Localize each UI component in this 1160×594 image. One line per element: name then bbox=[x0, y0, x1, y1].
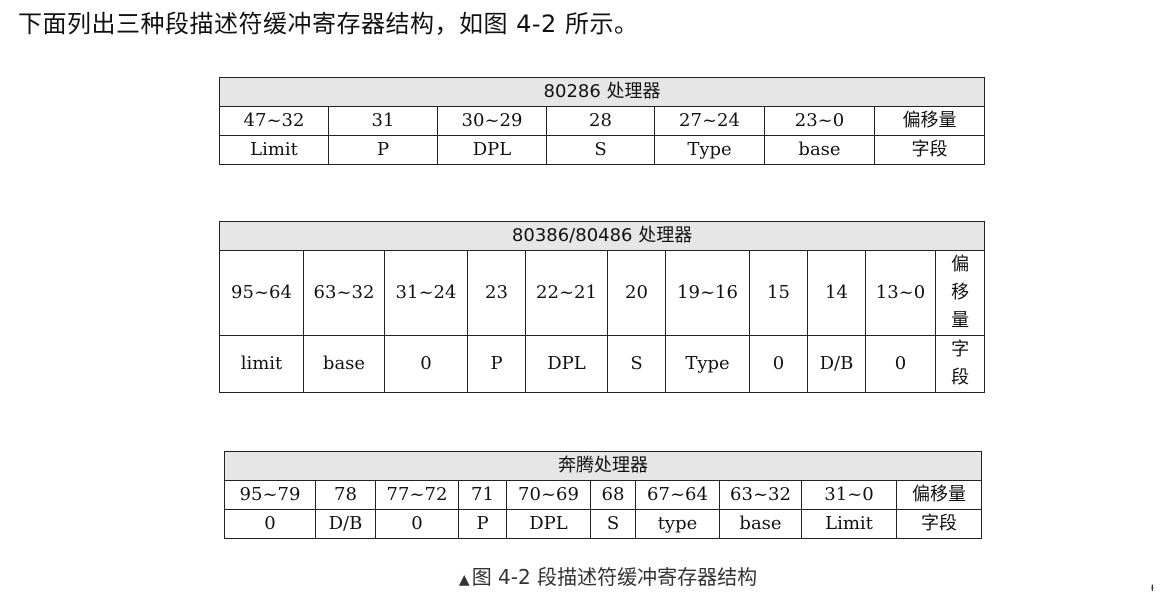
bit-range-cell: 77~72 bbox=[375, 480, 459, 510]
bit-range-cell: 95~64 bbox=[219, 250, 304, 336]
bit-range-cell: 31 bbox=[328, 106, 438, 136]
table-title: 奔腾处理器 bbox=[223, 451, 983, 481]
bit-range-cell: 68 bbox=[590, 480, 636, 510]
table-title: 80386/80486 处理器 bbox=[218, 221, 986, 251]
triangle-marker-icon: ▲ bbox=[458, 572, 470, 588]
bit-range-cell: 20 bbox=[607, 250, 666, 336]
intro-text: 下面列出三种段描述符缓冲寄存器结构，如图 4-2 所示。 bbox=[18, 10, 639, 38]
field-cell: 0 bbox=[375, 509, 459, 539]
bit-range-cell: 78 bbox=[315, 480, 376, 510]
field-cell: 0 bbox=[865, 335, 936, 393]
field-cell: P bbox=[467, 335, 526, 393]
table-80386-80486: 80386/80486 处理器 95~64 63~32 31~24 23 22~… bbox=[218, 221, 986, 393]
offset-label-cell: 偏 移 量 bbox=[934, 250, 986, 336]
bit-range-cell: 14 bbox=[807, 250, 866, 336]
field-label-cell: 字段 bbox=[895, 509, 983, 539]
field-cell: DPL bbox=[525, 335, 608, 393]
bit-range-cell: 23 bbox=[467, 250, 526, 336]
field-cell: Type bbox=[654, 135, 765, 165]
bit-range-cell: 22~21 bbox=[525, 250, 608, 336]
field-cell: type bbox=[635, 509, 720, 539]
bit-range-cell: 31~24 bbox=[384, 250, 468, 336]
table-80286: 80286 处理器 47~32 31 30~29 28 27~24 23~0 偏… bbox=[218, 77, 986, 165]
bit-range-cell: 13~0 bbox=[865, 250, 936, 336]
bit-range-cell: 63~32 bbox=[303, 250, 385, 336]
bit-range-cell: 47~32 bbox=[219, 106, 329, 136]
bit-range-cell: 70~69 bbox=[506, 480, 591, 510]
field-cell: D/B bbox=[315, 509, 376, 539]
bit-range-cell: 23~0 bbox=[764, 106, 875, 136]
offset-label-char: 偏 bbox=[951, 254, 970, 275]
field-cell: 0 bbox=[749, 335, 808, 393]
field-cell: S bbox=[607, 335, 666, 393]
bit-range-cell: 31~0 bbox=[801, 480, 897, 510]
field-cell: Type bbox=[665, 335, 750, 393]
field-cell: P bbox=[458, 509, 507, 539]
field-label-char: 字 bbox=[951, 339, 970, 360]
offset-label-cell: 偏移量 bbox=[873, 106, 986, 136]
bit-range-cell: 15 bbox=[749, 250, 808, 336]
field-cell: 0 bbox=[224, 509, 316, 539]
caption-text: 图 4-2 段描述符缓冲寄存器结构 bbox=[471, 565, 758, 589]
bit-range-cell: 71 bbox=[458, 480, 507, 510]
field-label-cell: 字 段 bbox=[934, 335, 986, 393]
field-label-cell: 字段 bbox=[873, 135, 986, 165]
bit-range-cell: 28 bbox=[546, 106, 655, 136]
bit-range-cell: 67~64 bbox=[635, 480, 720, 510]
table-title: 80286 处理器 bbox=[218, 77, 986, 107]
field-cell: base bbox=[719, 509, 802, 539]
field-cell: base bbox=[764, 135, 875, 165]
field-cell: Limit bbox=[219, 135, 329, 165]
field-cell: limit bbox=[219, 335, 304, 393]
field-label-char: 段 bbox=[951, 367, 970, 388]
bit-range-cell: 27~24 bbox=[654, 106, 765, 136]
offset-label-char: 量 bbox=[951, 310, 970, 331]
field-cell: DPL bbox=[506, 509, 591, 539]
field-cell: S bbox=[590, 509, 636, 539]
bit-range-cell: 63~32 bbox=[719, 480, 802, 510]
offset-label-char: 移 bbox=[951, 282, 970, 303]
bit-range-cell: 30~29 bbox=[437, 106, 547, 136]
table-pentium: 奔腾处理器 95~79 78 77~72 71 70~69 68 67~64 6… bbox=[223, 451, 983, 539]
field-cell: D/B bbox=[807, 335, 866, 393]
offset-label-cell: 偏移量 bbox=[895, 480, 983, 510]
bit-range-cell: 95~79 bbox=[224, 480, 316, 510]
stray-glyph: ᵼ bbox=[1151, 580, 1154, 594]
field-cell: S bbox=[546, 135, 655, 165]
field-cell: DPL bbox=[437, 135, 547, 165]
bit-range-cell: 19~16 bbox=[665, 250, 750, 336]
field-cell: 0 bbox=[384, 335, 468, 393]
figure-caption: ▲ 图 4-2 段描述符缓冲寄存器结构 bbox=[0, 561, 1160, 590]
field-cell: base bbox=[303, 335, 385, 393]
field-cell: P bbox=[328, 135, 438, 165]
field-cell: Limit bbox=[801, 509, 897, 539]
